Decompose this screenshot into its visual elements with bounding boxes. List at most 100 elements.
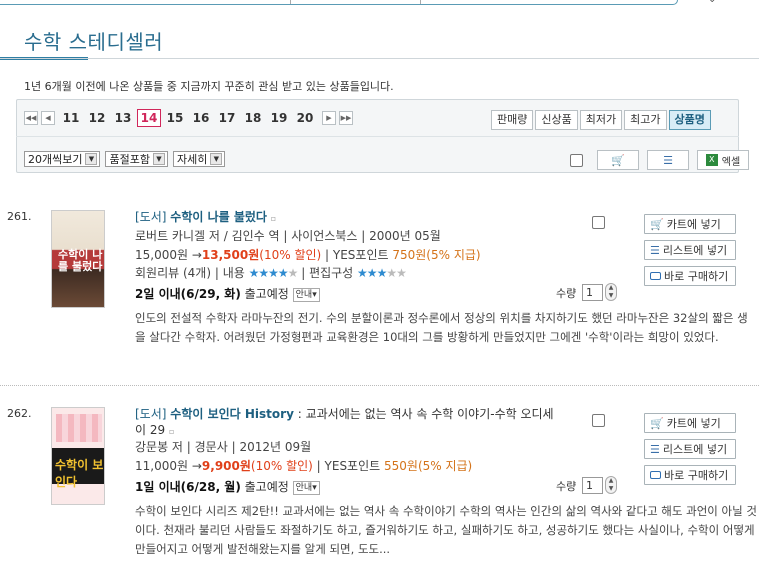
per-page-select[interactable]: 20개씩보기 ▼ — [24, 151, 101, 167]
quantity-input[interactable]: 1 — [582, 284, 603, 301]
points-label: | YES포인트 — [312, 459, 384, 473]
quantity-stepper[interactable]: ▲ ▼ — [605, 283, 617, 301]
item-index: 262. — [7, 407, 32, 420]
yes-points: 750원(5% 지급) — [392, 248, 481, 262]
page-link[interactable]: 15 — [162, 111, 188, 125]
item-meta: 로버트 카니겔 저 / 김인수 역 | 사이언스북스 | 2000년 05월 — [135, 229, 441, 243]
pagination: ◀◀ ◀ 11 12 13 14 15 16 17 18 19 20 ▶ ▶▶ — [24, 108, 356, 128]
book-cover[interactable]: 수학이 보인다 — [51, 407, 105, 505]
add-to-cart-label: 카트에 넣기 — [666, 417, 721, 430]
item-rating: 회원리뷰 (4개) | 내용 ★★★★★ | 편집구성 ★★★★★ — [135, 264, 407, 281]
list-icon: ☰ — [663, 153, 673, 167]
item-index: 261. — [7, 210, 32, 223]
price-arrow: → — [191, 248, 202, 262]
shipping-guide-button[interactable]: 안내▾ — [292, 480, 320, 495]
sort-by-lowest-price[interactable]: 최저가 — [579, 110, 623, 130]
item-checkbox[interactable] — [592, 216, 605, 229]
new-window-icon[interactable]: ▫ — [169, 427, 174, 436]
add-to-list-button[interactable]: ☰ 리스트에 넣기 — [644, 240, 736, 260]
cover-title: 수학이 나를 불렀다 — [58, 248, 103, 273]
yes-points: 550원(5% 지급) — [384, 459, 473, 473]
last-page-icon[interactable]: ▶▶ — [339, 111, 353, 125]
item-subtitle: : 교과서에는 없는 역사 속 수학 이야기-수학 오디세 — [293, 407, 554, 421]
page-link[interactable]: 13 — [110, 111, 136, 125]
stock-filter-value: 품절포함 — [109, 153, 150, 166]
points-label: | YES포인트 — [321, 248, 393, 262]
first-page-icon[interactable]: ◀◀ — [24, 111, 38, 125]
quantity-stepper[interactable]: ▲ ▼ — [605, 476, 617, 494]
bulk-cart-button[interactable]: 🛒 — [597, 150, 639, 170]
item-title-line: [도서] 수학이 나를 불렀다 ▫ — [135, 208, 276, 225]
shipping-guide-button[interactable]: 안내▾ — [292, 287, 320, 302]
page-link[interactable]: 16 — [188, 111, 214, 125]
page-link[interactable]: 20 — [292, 111, 318, 125]
tab-divider — [420, 0, 421, 4]
page-title: 수학 스테디셀러 — [24, 30, 164, 54]
item-title-line: [도서] 수학이 보인다 History : 교과서에는 없는 역사 속 수학 … — [135, 405, 554, 422]
item-category: [도서] — [135, 210, 167, 224]
page-link[interactable]: 18 — [240, 111, 266, 125]
quantity-input[interactable]: 1 — [582, 477, 603, 494]
shipping-info: 1일 이내(6/28, 월) 출고예정 안내▾ — [135, 478, 320, 495]
content-stars-icon: ★★★★★ — [248, 266, 299, 280]
add-to-list-label: 리스트에 넣기 — [662, 244, 728, 257]
per-page-value: 20개씩보기 — [28, 153, 83, 166]
list-icon: ☰ — [650, 243, 660, 257]
book-cover[interactable]: 수학이 나를 불렀다 — [51, 210, 105, 308]
item-category: [도서] — [135, 407, 167, 421]
bulk-list-button[interactable]: ☰ — [647, 150, 689, 170]
item-title-link[interactable]: 수학이 보인다 History — [170, 407, 294, 421]
add-to-cart-button[interactable]: 🛒 카트에 넣기 — [644, 413, 736, 433]
top-frame: ⌄ — [0, 0, 759, 10]
cart-icon: 🛒 — [650, 217, 664, 231]
tab-divider — [290, 0, 291, 4]
sort-by-highest-price[interactable]: 최고가 — [624, 110, 667, 130]
sort-by-name[interactable]: 상품명 — [668, 110, 711, 130]
page-link[interactable]: 17 — [214, 111, 240, 125]
title-rule — [0, 58, 759, 59]
shipping-info: 2일 이내(6/29, 화) 출고예정 안내▾ — [135, 285, 320, 302]
buy-now-button[interactable]: 바로 구매하기 — [644, 465, 736, 485]
excel-icon: X — [705, 154, 718, 166]
filter-bar: 20개씩보기 ▼ 품절포함 ▼ 자세히 ▼ — [24, 151, 230, 167]
view-mode-value: 자세히 — [176, 153, 208, 166]
add-to-cart-button[interactable]: 🛒 카트에 넣기 — [644, 214, 736, 234]
quantity-label: 수량 — [556, 480, 577, 493]
page-link[interactable]: 19 — [266, 111, 292, 125]
excel-export-button[interactable]: X 엑셀 — [697, 150, 749, 170]
current-page: 14 — [137, 109, 161, 127]
panel-divider — [16, 136, 739, 137]
sale-price: 9,900원 — [201, 459, 251, 473]
stock-filter-select[interactable]: 품절포함 ▼ — [105, 151, 168, 167]
page-link[interactable]: 11 — [58, 111, 84, 125]
cover-title: 수학이 보인다 — [55, 458, 104, 489]
sale-price: 13,500원 — [201, 248, 260, 262]
cover-illustration — [56, 414, 102, 442]
add-to-list-button[interactable]: ☰ 리스트에 넣기 — [644, 439, 736, 459]
chevron-down-icon: ▼ — [152, 153, 165, 165]
item-checkbox[interactable] — [592, 414, 605, 427]
select-all-checkbox[interactable] — [570, 153, 583, 167]
chevron-down-icon: ▼ — [210, 153, 223, 165]
review-count[interactable]: 회원리뷰 (4개) — [135, 266, 211, 280]
buy-now-button[interactable]: 바로 구매하기 — [644, 266, 736, 286]
chevron-down-icon[interactable]: ⌄ — [708, 0, 716, 5]
bulk-toolbar: 🛒 ☰ X 엑셀 — [570, 150, 749, 170]
item-subtitle-cont: 이 29 ▫ — [135, 421, 174, 438]
item-title-link[interactable]: 수학이 나를 불렀다 — [170, 210, 267, 224]
cart-icon: 🛒 — [650, 416, 664, 430]
new-window-icon[interactable]: ▫ — [271, 214, 276, 223]
item-subtitle-continued: 이 29 — [135, 423, 166, 437]
prev-page-icon[interactable]: ◀ — [41, 111, 55, 125]
next-page-icon[interactable]: ▶ — [322, 111, 336, 125]
buy-now-icon — [650, 471, 661, 479]
view-mode-select[interactable]: 자세히 ▼ — [172, 151, 226, 167]
sort-by-newest[interactable]: 신상품 — [535, 110, 578, 130]
page-description: 1년 6개월 이전에 나온 상품들 중 지금까지 꾸준히 관심 받고 있는 상품… — [24, 80, 394, 93]
list-price: 15,000원 — [135, 248, 189, 262]
page-link[interactable]: 12 — [84, 111, 110, 125]
item-price: 11,000원 →9,900원(10% 할인) | YES포인트 550원(5%… — [135, 457, 472, 474]
item-separator — [0, 385, 759, 386]
sort-by-sales[interactable]: 판매량 — [491, 110, 534, 130]
edit-label: | 편집구성 — [297, 266, 358, 280]
